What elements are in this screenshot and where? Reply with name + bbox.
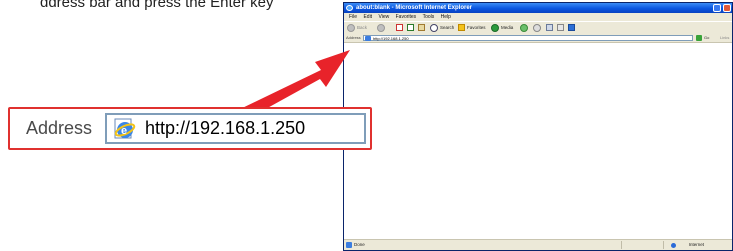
callout-address-label: Address	[26, 118, 93, 138]
ie-page-icon: e	[114, 118, 136, 139]
svg-text:e: e	[121, 125, 127, 137]
callout-address-field[interactable]: e http://192.168.1.250	[105, 113, 366, 144]
callout-url-text: http://192.168.1.250	[145, 118, 306, 138]
red-arrow-icon	[236, 50, 350, 111]
address-bar-callout: Address e http://192.168.1.250	[8, 107, 372, 150]
